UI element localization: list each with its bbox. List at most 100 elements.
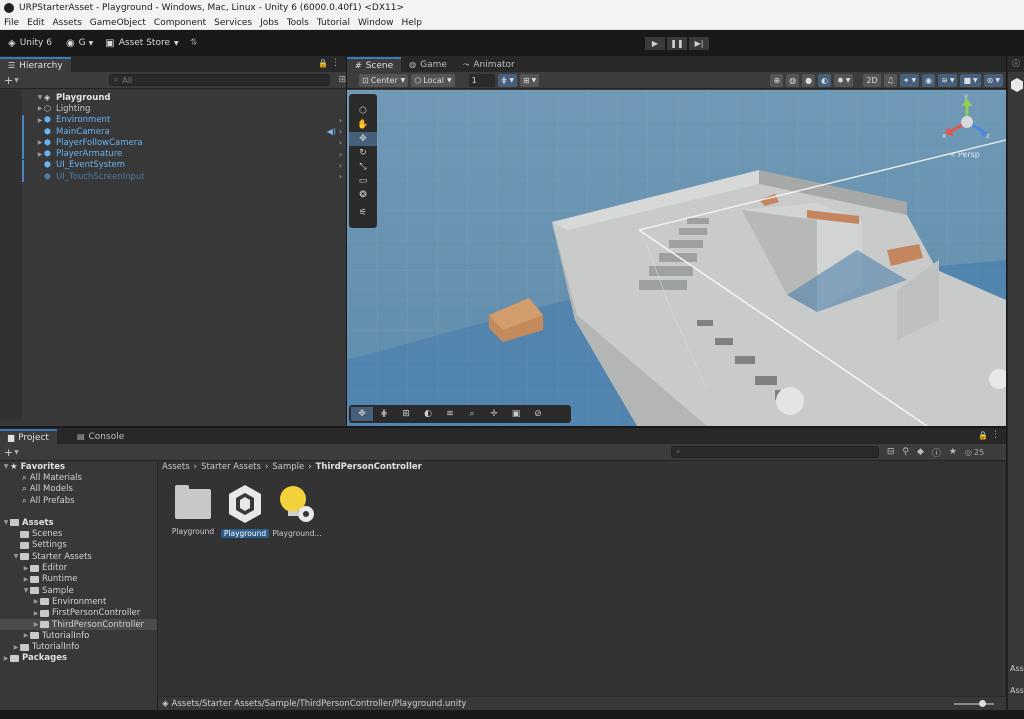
- folder-row-sample[interactable]: ▼ Sample: [0, 585, 157, 596]
- breadcrumb-sample[interactable]: Sample: [272, 462, 304, 472]
- menu-services[interactable]: Services: [214, 18, 252, 28]
- favorite-all-models[interactable]: ⌕ All Models: [0, 484, 157, 495]
- breadcrumb-assets[interactable]: Assets: [162, 462, 190, 472]
- hidden-packages-icon[interactable]: ◎: [965, 448, 972, 457]
- add-icon[interactable]: +: [4, 446, 13, 459]
- menu-jobs[interactable]: Jobs: [260, 18, 279, 28]
- expand-triangle-icon[interactable]: ▼: [2, 519, 10, 526]
- expand-triangle-icon[interactable]: ▶: [22, 632, 30, 639]
- info-icon[interactable]: ⓘ: [1008, 56, 1024, 72]
- overlay-shading-button[interactable]: ◐: [417, 407, 439, 421]
- shaded-wireframe-button[interactable]: ◐: [818, 73, 832, 87]
- open-prefab-icon[interactable]: ›: [339, 172, 342, 181]
- icon-size-slider[interactable]: [954, 700, 994, 707]
- tab-hierarchy[interactable]: ☰ Hierarchy: [0, 57, 71, 72]
- hierarchy-item-playerarmature[interactable]: ▶ ⬢ PlayerArmature ›: [0, 148, 346, 160]
- hierarchy-scene-row[interactable]: ▼ ◈ Playground: [0, 92, 346, 103]
- expand-triangle-icon[interactable]: ▶: [22, 565, 30, 572]
- play-button[interactable]: ▶: [644, 36, 666, 51]
- menu-help[interactable]: Help: [401, 18, 422, 28]
- expand-triangle-icon[interactable]: ▼: [2, 463, 10, 470]
- account-button[interactable]: ◉ G ▼: [66, 38, 93, 49]
- visibility-toggle-button[interactable]: ◉: [922, 73, 936, 87]
- tab-console[interactable]: ▤ Console: [69, 429, 132, 444]
- expand-triangle-icon[interactable]: ▶: [22, 576, 30, 583]
- tab-game[interactable]: ◍ Game: [401, 57, 455, 72]
- projection-toggle[interactable]: < Persp: [950, 150, 980, 159]
- overlay-layers-button[interactable]: ≋: [439, 407, 461, 421]
- folder-row-firstpersoncontroller[interactable]: ▶ FirstPersonController: [0, 608, 157, 619]
- breadcrumb-third-person-controller[interactable]: ThirdPersonController: [316, 462, 422, 472]
- open-prefab-icon[interactable]: ›: [339, 127, 342, 136]
- tag-icon[interactable]: ◆: [917, 447, 924, 457]
- hierarchy-item-maincamera[interactable]: ⬢ MainCamera › ◀): [0, 125, 346, 137]
- custom-tool-button[interactable]: ⚟: [349, 206, 377, 220]
- pause-button[interactable]: ❚❚: [666, 36, 688, 51]
- menu-assets[interactable]: Assets: [53, 18, 82, 28]
- overlay-camera-button[interactable]: ▣: [505, 407, 527, 421]
- view-tool-button[interactable]: ⬡: [349, 104, 377, 118]
- camera-dropdown[interactable]: ■ ▼: [960, 73, 981, 87]
- asset-item-folder[interactable]: Playground: [167, 483, 219, 538]
- chevron-down-icon[interactable]: ▼: [14, 77, 19, 84]
- transform-tool-button[interactable]: ❂: [349, 188, 377, 202]
- favorite-all-prefabs[interactable]: ⌕ All Prefabs: [0, 495, 157, 506]
- hierarchy-search-input[interactable]: ⌕ All: [108, 74, 331, 86]
- lighting-toggle-button[interactable]: ✹ ▼: [834, 73, 854, 87]
- slider-thumb[interactable]: [979, 700, 986, 707]
- menu-window[interactable]: Window: [358, 18, 394, 28]
- menu-tools[interactable]: Tools: [287, 18, 309, 28]
- scene-visibility-icon[interactable]: ⊞: [338, 75, 346, 85]
- asset-item-lighting[interactable]: Playground...: [271, 483, 323, 538]
- tab-project[interactable]: ▆ Project: [0, 429, 57, 444]
- unity-version-button[interactable]: ◈ Unity 6: [8, 38, 52, 49]
- open-prefab-icon[interactable]: ›: [339, 138, 342, 147]
- overlay-grid-snap-button[interactable]: ⋕: [373, 407, 395, 421]
- audio-toggle-button[interactable]: ♫: [883, 73, 897, 87]
- gizmo-toggle-button[interactable]: ⊕: [770, 73, 784, 87]
- search-by-type-icon[interactable]: ⊟: [887, 447, 895, 457]
- space-mode-dropdown[interactable]: ⬡ Local ▼: [411, 73, 455, 87]
- menu-edit[interactable]: Edit: [27, 18, 44, 28]
- menu-gameobject[interactable]: GameObject: [90, 18, 146, 28]
- menu-file[interactable]: File: [4, 18, 19, 28]
- favorite-all-materials[interactable]: ⌕ All Materials: [0, 472, 157, 483]
- pivot-mode-dropdown[interactable]: ⊡ Center ▼: [359, 73, 409, 87]
- menu-component[interactable]: Component: [154, 18, 206, 28]
- star-icon[interactable]: ★: [949, 447, 957, 457]
- expand-triangle-icon[interactable]: ▶: [32, 621, 40, 628]
- overlay-pivot-button[interactable]: ✛: [483, 407, 505, 421]
- folder-row-editor[interactable]: ▶ Editor: [0, 562, 157, 573]
- add-icon[interactable]: +: [4, 74, 13, 87]
- move-tool-button[interactable]: ✥: [349, 132, 377, 146]
- lock-icon[interactable]: 🔒: [978, 431, 988, 440]
- folder-row-runtime[interactable]: ▶ Runtime: [0, 574, 157, 585]
- expand-triangle-icon[interactable]: ▼: [36, 94, 44, 101]
- expand-triangle-icon[interactable]: ▶: [32, 610, 40, 617]
- folder-row-scenes[interactable]: Scenes: [0, 528, 157, 539]
- overlay-move-button[interactable]: ✥: [351, 407, 373, 421]
- project-search-input[interactable]: ⌕: [670, 446, 879, 458]
- expand-triangle-icon[interactable]: ▼: [22, 587, 30, 594]
- expand-triangle-icon[interactable]: ▶: [36, 105, 44, 112]
- rotate-tool-button[interactable]: ↻: [349, 146, 377, 160]
- assets-root-row[interactable]: ▼ Assets: [0, 517, 157, 528]
- version-control-icon[interactable]: ⥮: [191, 38, 198, 48]
- scale-tool-button[interactable]: ⤡: [349, 160, 377, 174]
- folder-row-starter-assets[interactable]: ▼ Starter Assets: [0, 551, 157, 562]
- expand-triangle-icon[interactable]: ▶: [2, 655, 10, 662]
- step-button[interactable]: ▶|: [688, 36, 710, 51]
- asset-store-button[interactable]: ▣ Asset Store ▼: [105, 38, 178, 49]
- rect-tool-button[interactable]: ▭: [349, 174, 377, 188]
- grid-snap-button[interactable]: ⋕ ▼: [497, 73, 517, 87]
- open-prefab-icon[interactable]: ›: [339, 116, 342, 125]
- expand-triangle-icon[interactable]: ▶: [12, 644, 20, 651]
- 2d-toggle-button[interactable]: 2D: [863, 73, 881, 87]
- hand-tool-button[interactable]: ✋: [349, 118, 377, 132]
- open-prefab-icon[interactable]: ›: [339, 150, 342, 159]
- folder-row-environment[interactable]: ▶ Environment: [0, 596, 157, 607]
- favorites-row[interactable]: ▼ ★ Favorites: [0, 461, 157, 472]
- grid-visibility-button[interactable]: ⊞ ▼: [519, 73, 540, 87]
- folder-row-thirdpersoncontroller[interactable]: ▶ ThirdPersonController: [0, 618, 157, 631]
- lock-icon[interactable]: 🔒: [318, 59, 328, 68]
